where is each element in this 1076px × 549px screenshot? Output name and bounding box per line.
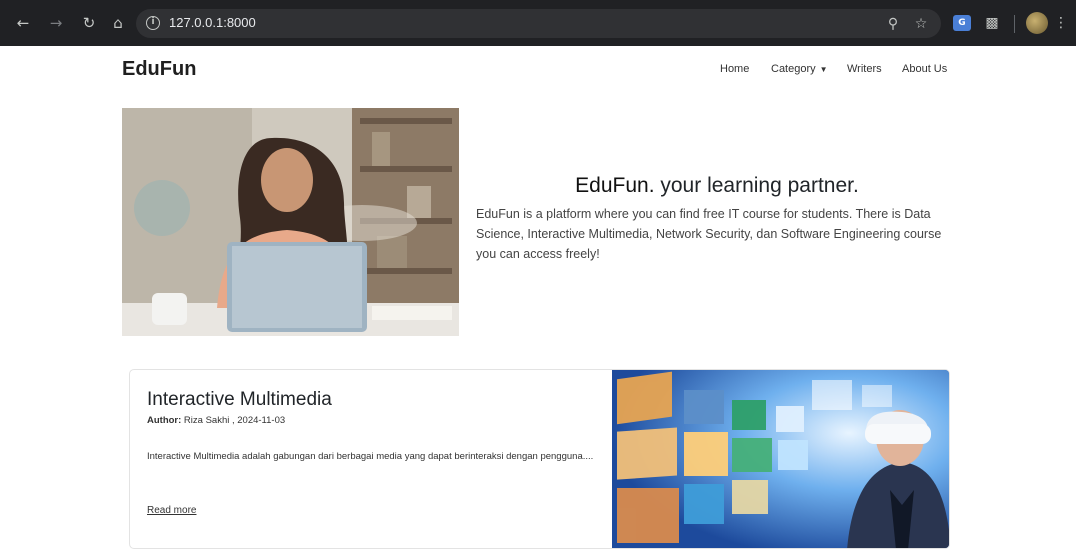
zoom-icon[interactable]: ⚲ [882,13,904,35]
toolbar-separator [1014,15,1015,33]
star-icon[interactable]: ☆ [910,13,932,35]
kebab-menu-icon[interactable]: ⋮ [1050,12,1072,34]
profile-avatar[interactable] [1026,12,1048,34]
brand-logo[interactable]: EduFun [122,58,196,81]
info-icon[interactable]: i [146,16,160,30]
address-url[interactable]: 127.0.0.1:8000 [169,15,256,30]
course-author-value: Riza Sakhi , 2024-11-03 [181,415,286,426]
nav-home[interactable]: Home [720,63,749,75]
course-description: Interactive Multimedia adalah gabungan d… [147,451,594,462]
hero-title-tagline: your learning partner. [654,174,859,197]
caret-down-icon: ▼ [819,65,828,74]
course-card: Interactive Multimedia Author: Riza Sakh… [129,369,950,549]
hero-image [122,108,459,336]
nav-writers[interactable]: Writers [847,63,882,75]
arrow-right-icon[interactable]: → [45,12,67,34]
nav-category-label: Category [771,63,816,75]
browser-toolbar: ← → ↻ ⌂ i 127.0.0.1:8000 ⚲ ☆ G ▩ ⋮ [0,0,1076,46]
hero-description: EduFun is a platform where you can find … [476,207,942,261]
nav-about-us[interactable]: About Us [902,63,947,75]
reload-icon[interactable]: ↻ [78,12,100,34]
home-icon[interactable]: ⌂ [107,12,129,34]
read-more-link[interactable]: Read more [147,505,196,516]
course-author: Author: Riza Sakhi , 2024-11-03 [147,415,285,426]
course-author-label: Author: [147,415,182,426]
translate-icon[interactable]: G [953,15,971,31]
hero-title: EduFun. your learning partner. [476,174,958,198]
course-title: Interactive Multimedia [147,389,332,410]
hero-title-brand: EduFun. [575,174,655,197]
page-content: EduFun Home Category▼ Writers About Us [0,46,1076,549]
nav-category[interactable]: Category ▼ [771,63,828,75]
puzzle-icon[interactable]: ▩ [981,12,1003,34]
address-bar[interactable]: i 127.0.0.1:8000 ⚲ ☆ [136,9,941,38]
arrow-left-icon[interactable]: ← [12,12,34,34]
course-image [612,370,949,548]
